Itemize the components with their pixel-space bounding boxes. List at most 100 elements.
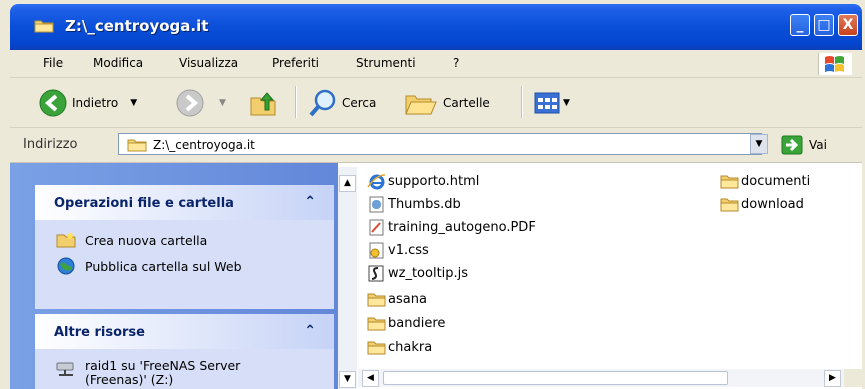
go-arrow-icon [781,135,803,155]
db-file-icon [369,196,384,213]
other-places-panel: Altre risorse ⌃ raid1 su 'FreeNAS Server… [35,314,334,389]
file-name: supporto.html [388,174,480,189]
file-item[interactable]: Thumbs.db [367,196,461,213]
menu-visualizza[interactable]: Visualizza [179,56,238,70]
address-label: Indirizzo [23,137,78,152]
task-label: Pubblica cartella sul Web [85,258,242,274]
minimize-button[interactable]: _ [790,14,810,36]
file-name: wz_tooltip.js [388,266,469,281]
scroll-left-button[interactable]: ◀ [362,370,379,387]
folder-icon [34,20,54,33]
forward-dropdown-icon[interactable]: ▼ [219,98,226,108]
go-button[interactable]: Vai [781,134,841,156]
file-item[interactable]: supporto.html [367,173,479,190]
folder-item[interactable]: documenti [720,173,810,190]
folder-icon [367,293,386,307]
task-label: raid1 su 'FreeNAS Server (Freenas)' (Z:) [85,358,241,387]
up-folder-button[interactable] [248,88,278,118]
scroll-up-button[interactable]: ▲ [339,175,356,192]
file-folder-tasks-panel: Operazioni file e cartella ⌃ Crea nuova … [35,185,334,309]
folder-name: asana [388,292,427,307]
script-file-icon [368,265,384,282]
address-value: Z:\_centroyoga.it [153,138,255,152]
menu-strumenti[interactable]: Strumenti [356,56,416,70]
folder-up-icon [250,92,276,116]
views-button[interactable]: ▼ [534,88,570,118]
windows-logo [818,53,852,75]
folders-label: Cartelle [443,96,490,110]
ie-html-icon [367,174,386,190]
file-item[interactable]: v1.css [367,242,429,259]
other-places-header[interactable]: Altre risorse ⌃ [35,314,334,349]
pdf-file-icon [369,219,384,236]
task-network-drive[interactable]: raid1 su 'FreeNAS Server (Freenas)' (Z:) [55,359,285,387]
scroll-down-button[interactable]: ▼ [339,371,356,388]
folder-icon [367,341,386,355]
file-name: training_autogeno.PDF [388,220,536,235]
folders-button[interactable]: Cartelle [403,88,490,118]
folder-icon [127,139,147,152]
file-name: Thumbs.db [388,197,461,212]
menu-file[interactable]: File [43,56,63,70]
search-label: Cerca [342,96,377,110]
new-folder-icon [56,232,76,248]
horizontal-scroll-thumb[interactable] [383,371,728,385]
forward-button[interactable]: ▼ [175,88,226,118]
folder-icon [367,317,386,331]
panel-title: Altre risorse [54,325,145,340]
back-button[interactable]: Indietro ▼ [38,88,137,118]
address-bar: Indirizzo Z:\_centroyoga.it ▼ Vai [10,128,862,163]
folder-icon [720,198,739,212]
forward-arrow-icon [176,89,204,117]
menu-modifica[interactable]: Modifica [93,56,143,70]
folder-item[interactable]: bandiere [367,315,445,332]
task-new-folder[interactable]: Crea nuova cartella [55,231,207,249]
search-button[interactable]: Cerca [308,88,376,118]
toolbar-separator [521,86,523,118]
file-folder-tasks-body: Crea nuova cartella Pubblica cartella su… [35,220,334,309]
menu-bar: File Modifica Visualizza Preferiti Strum… [10,50,862,78]
title-bar[interactable]: Z:\_centroyoga.it _ □ X [10,4,862,50]
task-publish-web[interactable]: Pubblica cartella sul Web [55,257,242,275]
collapse-chevron-icon[interactable]: ⌃ [304,194,316,210]
other-places-body: raid1 su 'FreeNAS Server (Freenas)' (Z:) [35,349,334,389]
toolbar-separator [295,86,297,118]
collapse-chevron-icon[interactable]: ⌃ [304,323,316,339]
folder-item[interactable]: chakra [367,339,432,356]
views-dropdown-icon[interactable]: ▼ [563,98,570,108]
search-icon [309,89,336,117]
folder-icon [720,175,739,189]
back-dropdown-icon[interactable]: ▼ [130,98,137,108]
css-file-icon [369,242,384,259]
file-item[interactable]: wz_tooltip.js [367,265,468,282]
views-icon [534,92,560,114]
folder-name: documenti [741,174,811,189]
back-arrow-icon [39,89,67,117]
maximize-button[interactable]: □ [814,14,834,36]
file-item[interactable]: training_autogeno.PDF [367,219,536,236]
publish-web-icon [57,257,75,275]
scroll-right-button[interactable]: ▶ [824,370,841,387]
windows-flag-icon [825,56,844,72]
file-name: v1.css [388,243,429,258]
folder-item[interactable]: download [720,196,804,213]
explorer-window: Z:\_centroyoga.it _ □ X File Modifica Vi… [0,0,865,389]
menu-help[interactable]: ? [453,56,459,70]
network-drive-icon [56,362,74,376]
resize-grip[interactable] [844,369,862,387]
back-label: Indietro [72,96,119,110]
address-dropdown-button[interactable]: ▼ [750,134,768,154]
folder-item[interactable]: asana [367,291,427,308]
address-input[interactable]: Z:\_centroyoga.it [118,133,762,155]
file-folder-tasks-header[interactable]: Operazioni file e cartella ⌃ [35,185,334,220]
close-button[interactable]: X [838,14,858,36]
folder-name: bandiere [388,316,446,331]
go-label: Vai [809,138,827,152]
menu-preferiti[interactable]: Preferiti [272,56,319,70]
panel-title: Operazioni file e cartella [54,196,234,211]
folders-icon [405,95,437,115]
folder-name: download [741,197,804,212]
task-pane: Operazioni file e cartella ⌃ Crea nuova … [10,163,338,389]
vertical-scrollbar[interactable]: ▲ ▼ [338,167,357,389]
window-title: Z:\_centroyoga.it [65,17,209,35]
